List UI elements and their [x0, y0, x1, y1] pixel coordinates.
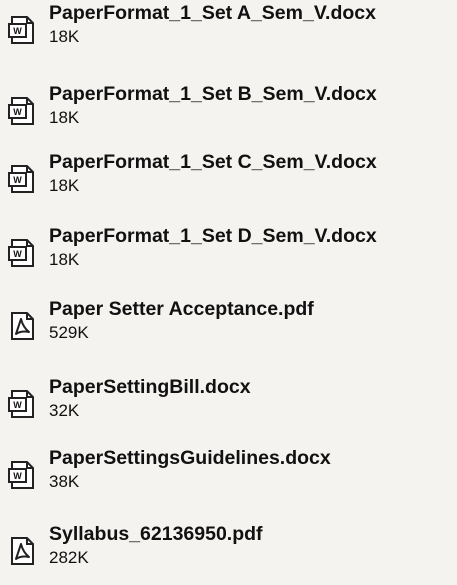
- file-size: 32K: [49, 401, 80, 420]
- file-name: PaperFormat_1_Set B_Sem_V.docx: [49, 83, 377, 105]
- file-item[interactable]: Paper Setter Acceptance.pdf 529K: [0, 298, 457, 360]
- file-name: PaperFormat_1_Set D_Sem_V.docx: [49, 225, 377, 247]
- file-size: 38K: [49, 472, 80, 491]
- file-name: PaperFormat_1_Set A_Sem_V.docx: [49, 2, 376, 24]
- file-name: Paper Setter Acceptance.pdf: [49, 298, 314, 320]
- svg-text:W: W: [13, 471, 22, 481]
- svg-text:W: W: [13, 249, 22, 259]
- file-size: 282K: [49, 548, 89, 567]
- file-size: 18K: [49, 108, 80, 127]
- file-size: 18K: [49, 27, 80, 46]
- file-size: 18K: [49, 250, 80, 269]
- pdf-document-icon: [6, 310, 38, 342]
- file-list: W PaperFormat_1_Set A_Sem_V.docx 18K W P…: [0, 0, 457, 579]
- pdf-document-icon: [6, 535, 38, 567]
- file-size: 18K: [49, 176, 80, 195]
- file-item[interactable]: W PaperFormat_1_Set B_Sem_V.docx 18K: [0, 83, 457, 145]
- file-name: PaperSettingsGuidelines.docx: [49, 447, 331, 469]
- word-document-icon: W: [6, 95, 38, 127]
- word-document-icon: W: [6, 459, 38, 491]
- file-item[interactable]: Syllabus_62136950.pdf 282K: [0, 523, 457, 585]
- word-document-icon: W: [6, 163, 38, 195]
- file-size: 529K: [49, 323, 89, 342]
- file-item[interactable]: W PaperFormat_1_Set D_Sem_V.docx 18K: [0, 225, 457, 287]
- file-item[interactable]: W PaperSettingBill.docx 32K: [0, 376, 457, 438]
- file-name: Syllabus_62136950.pdf: [49, 523, 263, 545]
- svg-text:W: W: [13, 175, 22, 185]
- file-item[interactable]: W PaperSettingsGuidelines.docx 38K: [0, 447, 457, 509]
- svg-text:W: W: [13, 107, 22, 117]
- file-name: PaperFormat_1_Set C_Sem_V.docx: [49, 151, 377, 173]
- file-item[interactable]: W PaperFormat_1_Set A_Sem_V.docx 18K: [0, 2, 457, 64]
- file-name: PaperSettingBill.docx: [49, 376, 251, 398]
- word-document-icon: W: [6, 14, 38, 46]
- word-document-icon: W: [6, 388, 38, 420]
- file-item[interactable]: W PaperFormat_1_Set C_Sem_V.docx 18K: [0, 151, 457, 213]
- word-document-icon: W: [6, 237, 38, 269]
- svg-text:W: W: [13, 26, 22, 36]
- svg-text:W: W: [13, 400, 22, 410]
